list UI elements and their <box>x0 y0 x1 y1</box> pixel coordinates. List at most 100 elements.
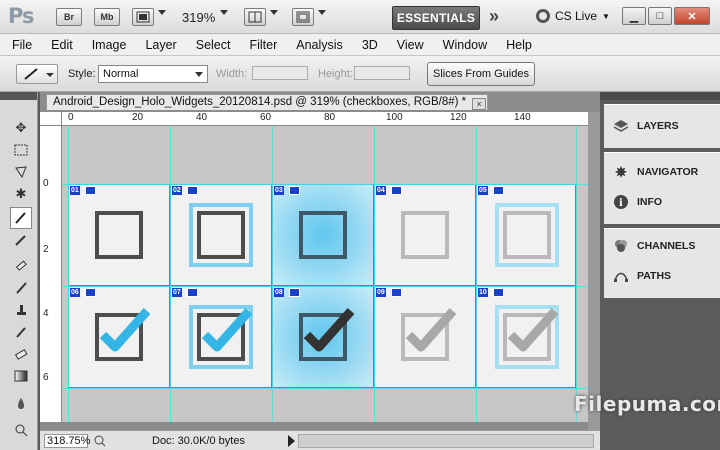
dodge-tool-icon[interactable] <box>12 422 30 438</box>
screen-mode-dropdown-arrow[interactable] <box>318 10 326 15</box>
slice-number: 10 <box>478 288 488 297</box>
film-icon <box>136 11 150 23</box>
slices-from-guides-button[interactable]: Slices From Guides <box>427 62 535 86</box>
eyedropper-tool-icon[interactable] <box>12 232 30 248</box>
status-menu-arrow-icon[interactable] <box>288 435 295 447</box>
ruler-tick: 4 <box>43 308 49 319</box>
menu-file[interactable]: File <box>12 38 32 52</box>
close-window-button[interactable]: ✕ <box>674 7 710 25</box>
checkbox-checked-disabled-focused <box>495 305 559 369</box>
healing-brush-tool-icon[interactable] <box>12 258 30 274</box>
arrange-icon <box>248 11 262 23</box>
menu-edit[interactable]: Edit <box>51 38 73 52</box>
menu-analysis[interactable]: Analysis <box>296 38 343 52</box>
slice-select-tool-icon[interactable] <box>10 207 32 229</box>
blur-tool-icon[interactable] <box>12 396 30 412</box>
arrange-dropdown-arrow[interactable] <box>270 10 278 15</box>
slice-06[interactable]: 06 <box>68 286 170 388</box>
arrange-documents-button[interactable] <box>244 8 266 26</box>
close-document-icon[interactable]: × <box>472 98 486 110</box>
guide-line[interactable] <box>68 126 69 422</box>
slice-number: 07 <box>172 288 182 297</box>
tool-preset-picker[interactable] <box>16 64 58 84</box>
guide-line[interactable] <box>476 126 477 422</box>
cs-live-button[interactable]: CS Live ▼ <box>536 9 610 23</box>
slice-badge-icon <box>85 186 96 195</box>
navigator-label: NAVIGATOR <box>637 166 699 178</box>
width-field[interactable] <box>252 66 308 80</box>
style-select[interactable]: Normal <box>98 65 208 83</box>
brush-tool-icon[interactable] <box>12 280 30 296</box>
vertical-scrollbar[interactable] <box>588 112 600 430</box>
slice-number: 01 <box>70 186 80 195</box>
menu-window[interactable]: Window <box>443 38 487 52</box>
horizontal-scrollbar[interactable] <box>298 434 594 448</box>
slice-08[interactable]: 08 <box>272 286 374 388</box>
menu-filter[interactable]: Filter <box>249 38 277 52</box>
history-brush-tool-icon[interactable] <box>12 324 30 340</box>
menu-3d[interactable]: 3D <box>362 38 378 52</box>
guide-line[interactable] <box>170 126 171 422</box>
ruler-tick: 60 <box>260 112 272 123</box>
guide-line[interactable] <box>62 388 588 389</box>
guide-line[interactable] <box>576 126 577 422</box>
paths-panel-tab[interactable]: PATHS <box>612 267 671 285</box>
slice-tool-icon <box>24 68 54 80</box>
bridge-button[interactable]: Br <box>56 8 82 26</box>
more-workspaces-chevron-icon[interactable]: » <box>489 6 499 27</box>
guide-line[interactable] <box>272 126 273 422</box>
marquee-tool-icon[interactable] <box>12 142 30 158</box>
lasso-tool-icon[interactable] <box>12 164 30 180</box>
navigator-panel-tab[interactable]: ✵ NAVIGATOR <box>612 163 698 181</box>
info-panel-tab[interactable]: i INFO <box>612 193 662 211</box>
mini-bridge-button[interactable]: Mb <box>94 8 120 26</box>
clone-stamp-tool-icon[interactable] <box>12 302 30 318</box>
extras-button[interactable] <box>132 8 154 26</box>
vertical-ruler[interactable]: 0 2 4 6 <box>40 126 62 422</box>
extras-dropdown-arrow[interactable] <box>158 10 166 15</box>
checkbox-unchecked-focused <box>189 203 253 267</box>
slice-09[interactable]: 09 <box>374 286 476 388</box>
quick-selection-tool-icon[interactable]: ✱ <box>12 186 30 202</box>
slice-01[interactable]: 01 <box>68 184 170 286</box>
svg-text:i: i <box>619 198 623 209</box>
zoom-level-select[interactable]: 319% <box>182 10 215 25</box>
horizontal-ruler[interactable]: 0 20 40 60 80 100 120 140 <box>62 112 588 126</box>
menu-help[interactable]: Help <box>506 38 532 52</box>
ruler-tick: 20 <box>132 112 144 123</box>
minimize-button[interactable]: ▁ <box>622 7 646 25</box>
gradient-tool-icon[interactable] <box>12 368 30 384</box>
zoom-dropdown-arrow[interactable] <box>220 10 228 15</box>
panel-dock-header[interactable] <box>600 92 720 100</box>
info-label: INFO <box>637 196 663 208</box>
slice-05[interactable]: 05 <box>476 184 576 286</box>
status-zoom-icon <box>94 435 106 450</box>
slice-10[interactable]: 10 <box>476 286 576 388</box>
slice-07[interactable]: 07 <box>170 286 272 388</box>
screen-mode-button[interactable] <box>292 8 314 26</box>
menu-layer[interactable]: Layer <box>145 38 176 52</box>
workspace-switcher[interactable]: ESSENTIALS <box>392 6 480 30</box>
maximize-button[interactable]: □ <box>648 7 672 25</box>
layers-panel-tab[interactable]: LAYERS <box>612 117 679 135</box>
guide-line[interactable] <box>374 126 375 422</box>
tools-panel-header[interactable] <box>0 92 37 100</box>
menu-image[interactable]: Image <box>92 38 127 52</box>
paths-icon <box>612 267 630 285</box>
menu-select[interactable]: Select <box>196 38 231 52</box>
document-tab[interactable]: Android_Design_Holo_Widgets_20120814.psd… <box>46 94 488 110</box>
slice-02[interactable]: 02 <box>170 184 272 286</box>
eraser-tool-icon[interactable] <box>12 346 30 362</box>
canvas[interactable]: 01 02 03 04 05 06 07 08 09 10 <box>62 126 588 422</box>
ruler-tick: 140 <box>514 112 531 123</box>
guide-line[interactable] <box>62 286 588 287</box>
menu-view[interactable]: View <box>397 38 424 52</box>
status-zoom-field[interactable]: 318.75% <box>44 434 90 448</box>
ruler-origin[interactable] <box>40 112 62 126</box>
guide-line[interactable] <box>62 184 588 185</box>
channels-panel-tab[interactable]: CHANNELS <box>612 237 695 255</box>
height-field[interactable] <box>354 66 410 80</box>
slice-04[interactable]: 04 <box>374 184 476 286</box>
slice-03[interactable]: 03 <box>272 184 374 286</box>
move-tool-icon[interactable]: ✥ <box>12 120 30 136</box>
